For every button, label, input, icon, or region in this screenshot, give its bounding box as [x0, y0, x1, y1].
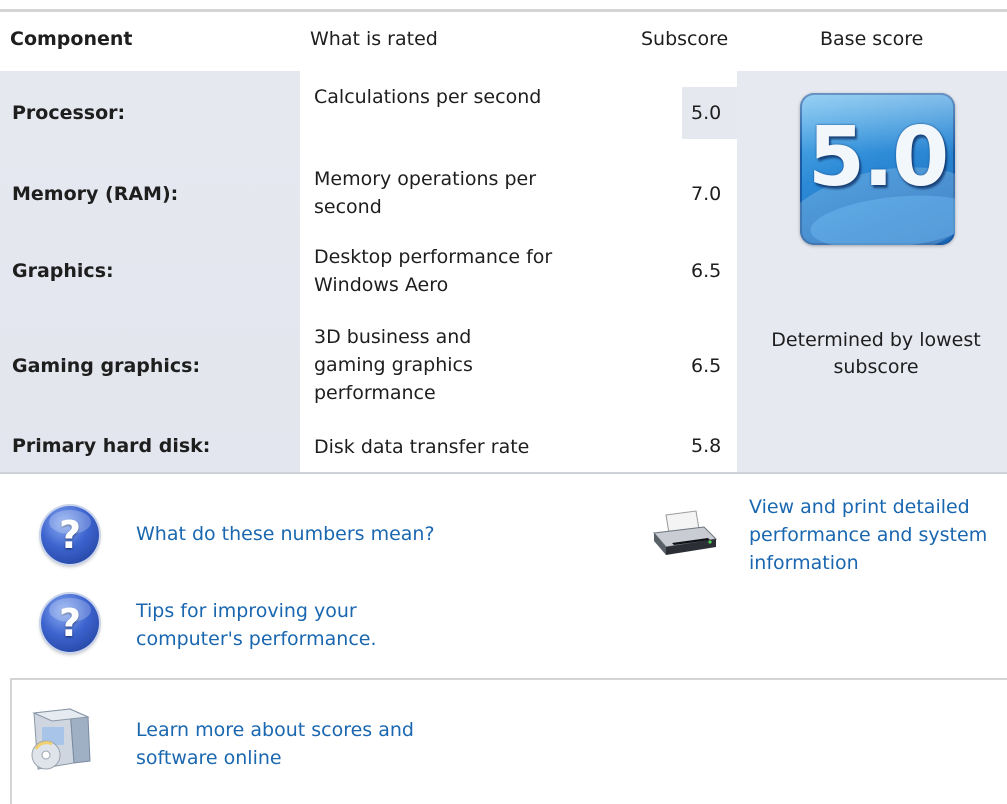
row-desc-hard-disk: Disk data transfer rate [314, 436, 530, 458]
help-icon[interactable]: ? [41, 594, 99, 652]
row-score-graphics: 6.5 [691, 260, 722, 282]
row-desc-processor: Calculations per second [314, 86, 542, 108]
row-desc-graphics: Desktop performance for Windows Aero [314, 246, 553, 296]
row-label-processor: Processor: [12, 102, 126, 124]
software-box-icon[interactable] [22, 705, 102, 773]
help-icon[interactable]: ? [41, 506, 99, 564]
header-subscore: Subscore [641, 28, 729, 50]
base-score-tile: 5.0 [800, 93, 955, 245]
header-what-is-rated: What is rated [310, 28, 438, 50]
row-label-hard-disk: Primary hard disk: [12, 435, 211, 457]
base-score-value: 5.0 [807, 110, 949, 205]
row-desc-memory: Memory operations per second [314, 168, 537, 218]
row-score-processor: 5.0 [691, 102, 722, 124]
link-learn-more-online[interactable]: Learn more about scores and software onl… [136, 716, 466, 772]
row-desc-gaming-graphics: 3D business and gaming graphics performa… [314, 326, 473, 404]
link-view-print-details[interactable]: View and print detailed performance and … [749, 493, 1007, 577]
row-score-gaming-graphics: 6.5 [691, 355, 722, 377]
link-tips-improving-performance[interactable]: Tips for improving your computer's perfo… [136, 597, 436, 653]
header-base-score: Base score [820, 28, 924, 50]
table-divider [0, 472, 1007, 474]
base-score-caption: Determined by lowest subscore [771, 329, 981, 378]
header-component: Component [10, 28, 133, 50]
row-score-memory: 7.0 [691, 183, 722, 205]
row-score-hard-disk: 5.8 [691, 435, 722, 457]
top-divider [0, 9, 1007, 12]
performance-window: Component What is rated Subscore Base sc… [0, 0, 1007, 804]
printer-icon[interactable] [652, 509, 718, 559]
link-what-numbers-mean[interactable]: What do these numbers mean? [136, 520, 435, 548]
row-label-graphics: Graphics: [12, 260, 114, 282]
row-label-gaming-graphics: Gaming graphics: [12, 355, 201, 377]
row-label-memory: Memory (RAM): [12, 183, 179, 205]
